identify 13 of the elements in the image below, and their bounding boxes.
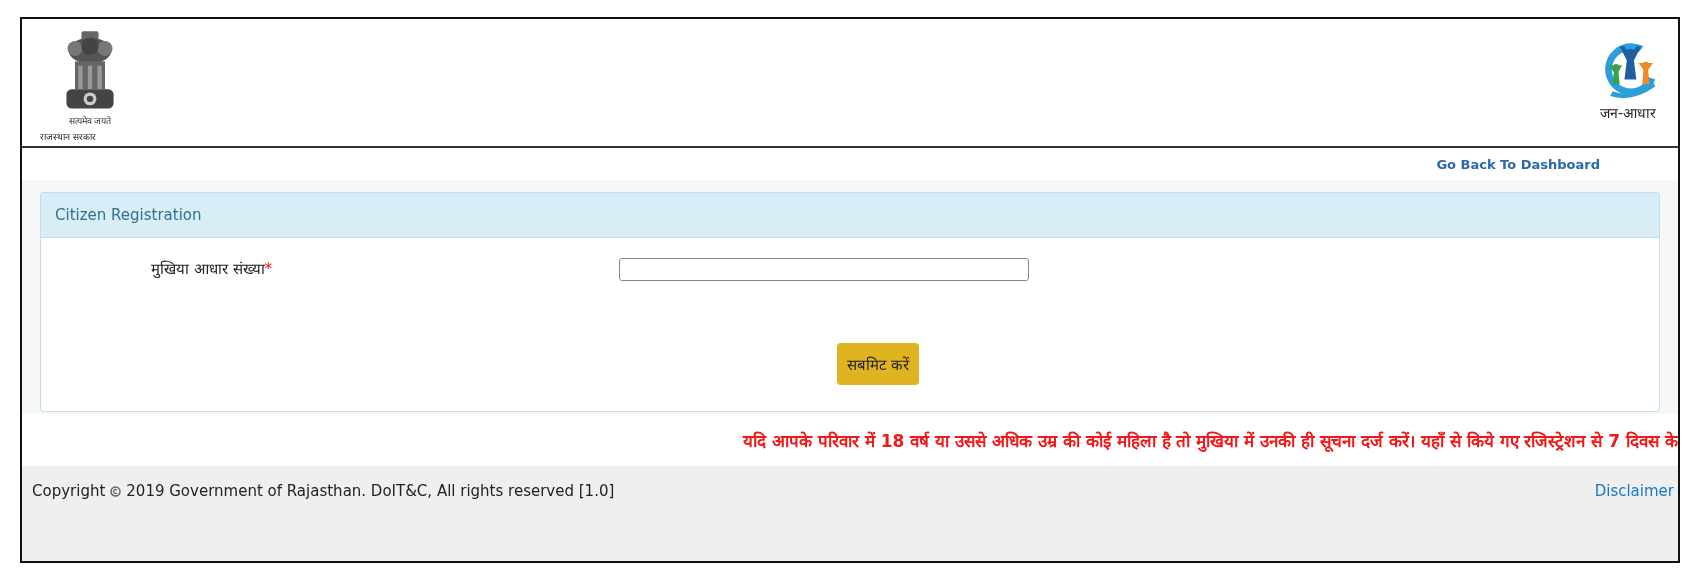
disclaimer-link[interactable]: Disclaimer <box>1594 482 1674 500</box>
logo-caption: जन-आधार <box>1599 104 1657 122</box>
dashboard-link[interactable]: Go Back To Dashboard <box>1436 156 1600 172</box>
copyright-text: 2019 Government of Rajasthan. DoIT&C, All rights reserved [1.0] <box>126 482 615 500</box>
submit-button[interactable]: सबमिट करें <box>836 343 920 385</box>
emblem-motto: सत्यमेव जयते <box>68 115 112 127</box>
panel-title: Citizen Registration <box>55 206 202 224</box>
field-label: मुखिया आधार संख्या* <box>150 259 274 278</box>
notice-text: यदि आपके परिवार में 18 वर्ष या उससे अधिक उम्र की कोई महिला है तो मुखिया में उनकी ही सूचना दर्ज करें। यहाँ से किये गए रजिस्ट्रेशन से 7 दिवस के <box>742 429 1678 452</box>
copyright-icon <box>110 485 122 497</box>
state-caption: राजस्थान सरकार <box>40 131 96 143</box>
aadhaar-input[interactable] <box>619 258 1029 281</box>
copyright-label: Copyright <box>32 482 106 500</box>
